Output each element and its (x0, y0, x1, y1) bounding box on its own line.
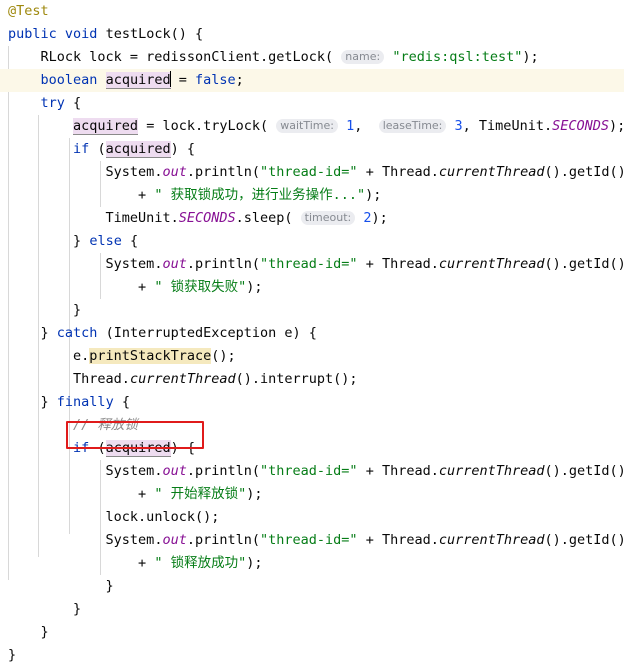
code-line-14[interactable]: } (0, 299, 624, 322)
inlay-hint-timeout: timeout: (300, 210, 356, 225)
code-line-13[interactable]: + " 锁获取失败"); (0, 276, 624, 299)
code-line-10[interactable]: TimeUnit.SECONDS.sleep( timeout: 2); (0, 207, 624, 230)
code-line-16[interactable]: e.printStackTrace(); (0, 345, 624, 368)
annotation-test: @Test (8, 3, 49, 19)
code-line-15[interactable]: } catch (InterruptedException e) { (0, 322, 624, 345)
code-line-11[interactable]: } else { (0, 230, 624, 253)
code-body[interactable]: @Test public void testLock() { RLock loc… (0, 0, 624, 667)
code-line-20[interactable]: if (acquired) { (0, 437, 624, 460)
variable-acquired[interactable]: acquired (105, 72, 171, 89)
code-line-1[interactable]: @Test (0, 0, 624, 23)
code-line-17[interactable]: Thread.currentThread().interrupt(); (0, 368, 624, 391)
code-line-28[interactable]: } (0, 621, 624, 644)
variable-acquired[interactable]: acquired (105, 141, 171, 158)
code-line-26[interactable]: } (0, 575, 624, 598)
warning-printstacktrace[interactable]: printStackTrace (89, 348, 212, 364)
inlay-hint-leasetime: leaseTime: (378, 118, 447, 133)
code-line-18[interactable]: } finally { (0, 391, 624, 414)
code-line-19[interactable]: // 释放锁 (0, 414, 624, 437)
code-line-24[interactable]: System.out.println("thread-id=" + Thread… (0, 529, 624, 552)
code-line-2[interactable]: public void testLock() { (0, 23, 624, 46)
code-line-7[interactable]: if (acquired) { (0, 138, 624, 161)
code-line-21[interactable]: System.out.println("thread-id=" + Thread… (0, 460, 624, 483)
code-line-5[interactable]: try { (0, 92, 624, 115)
inlay-hint-waittime: waitTime: (276, 118, 338, 133)
code-line-4[interactable]: boolean acquired = false; (0, 69, 624, 92)
inlay-hint-name: name: (341, 49, 385, 64)
code-line-22[interactable]: + " 开始释放锁"); (0, 483, 624, 506)
code-line-6[interactable]: acquired = lock.tryLock( waitTime: 1, le… (0, 115, 624, 138)
code-line-25[interactable]: + " 锁释放成功"); (0, 552, 624, 575)
code-line-3[interactable]: RLock lock = redissonClient.getLock( nam… (0, 46, 624, 69)
text-caret (170, 71, 172, 87)
code-editor[interactable]: @Test public void testLock() { RLock loc… (0, 0, 624, 663)
code-line-12[interactable]: System.out.println("thread-id=" + Thread… (0, 253, 624, 276)
code-line-27[interactable]: } (0, 598, 624, 621)
variable-acquired[interactable]: acquired (105, 440, 171, 457)
comment-release-lock: // 释放锁 (73, 417, 138, 433)
code-line-23[interactable]: lock.unlock(); (0, 506, 624, 529)
code-line-9[interactable]: + " 获取锁成功，进行业务操作..."); (0, 184, 624, 207)
code-line-29[interactable]: } (0, 644, 624, 667)
variable-acquired[interactable]: acquired (73, 118, 139, 135)
code-line-8[interactable]: System.out.println("thread-id=" + Thread… (0, 161, 624, 184)
